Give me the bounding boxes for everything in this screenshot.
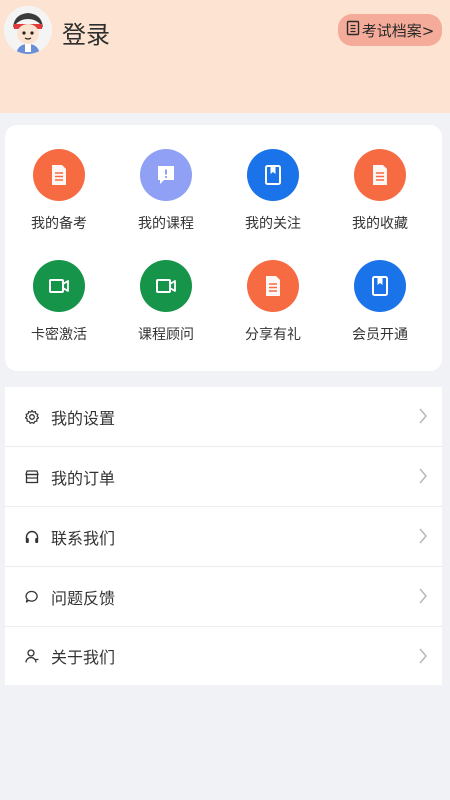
grid-item-label: 我的关注	[245, 216, 301, 232]
grid-item-label: 我的课程	[138, 216, 194, 232]
grid-item-label: 我的备考	[31, 216, 87, 232]
grid-item-favorites[interactable]: 我的收藏	[330, 149, 430, 249]
grid-item-prep[interactable]: 我的备考	[9, 149, 109, 249]
grid-item-label: 会员开通	[352, 327, 408, 343]
menu-item-orders[interactable]: 我的订单	[5, 447, 442, 507]
bookmark-book-icon	[247, 149, 299, 201]
document-icon	[354, 149, 406, 201]
store-icon	[22, 467, 42, 487]
video-icon	[33, 260, 85, 312]
menu-item-label: 关于我们	[51, 648, 116, 667]
menu-item-label: 联系我们	[51, 528, 116, 548]
menu-item-settings[interactable]: 我的设置	[5, 387, 442, 447]
profile-header: 登录 考试档案>	[0, 0, 450, 113]
message-icon	[140, 149, 192, 201]
chevron-right-icon	[418, 467, 428, 489]
chevron-right-icon	[418, 587, 428, 609]
user-icon	[22, 646, 42, 666]
grid-item-label: 卡密激活	[31, 327, 87, 343]
chevron-right-icon	[418, 527, 428, 549]
avatar[interactable]	[4, 6, 52, 54]
gear-icon	[22, 407, 42, 427]
grid-item-follow[interactable]: 我的关注	[223, 149, 323, 249]
menu-item-label: 我的设置	[51, 408, 116, 428]
grid-item-activate-card[interactable]: 卡密激活	[9, 260, 109, 360]
grid-item-label: 我的收藏	[352, 216, 408, 232]
chevron-right-icon	[418, 407, 428, 429]
menu-item-feedback[interactable]: 问题反馈	[5, 567, 442, 627]
settings-menu: 我的设置 我的订单 联系我们 问题反馈 关于我们	[5, 387, 442, 685]
document-icon	[33, 149, 85, 201]
grid-item-course-advisor[interactable]: 课程顾问	[116, 260, 216, 360]
bookmark-book-icon	[354, 260, 406, 312]
grid-item-label: 分享有礼	[245, 327, 301, 343]
grid-item-share[interactable]: 分享有礼	[223, 260, 323, 360]
login-link[interactable]: 登录	[62, 18, 110, 52]
document-icon	[247, 260, 299, 312]
grid-item-membership[interactable]: 会员开通	[330, 260, 430, 360]
chat-bubble-icon	[22, 587, 42, 607]
grid-item-label: 课程顾问	[138, 327, 194, 343]
menu-item-contact[interactable]: 联系我们	[5, 507, 442, 567]
menu-item-about[interactable]: 关于我们	[5, 627, 442, 685]
feature-grid: 我的备考 我的课程 我的关注 我的收藏 卡密激活 课程顾问 分享有礼 会员开通	[5, 125, 442, 371]
exam-archive-label: 考试档案>	[361, 21, 435, 40]
exam-archive-button[interactable]: 考试档案>	[338, 14, 442, 46]
document-icon	[346, 20, 360, 40]
menu-item-label: 问题反馈	[51, 588, 116, 608]
menu-item-label: 我的订单	[51, 468, 116, 488]
grid-item-courses[interactable]: 我的课程	[116, 149, 216, 249]
video-icon	[140, 260, 192, 312]
chevron-right-icon	[418, 647, 428, 669]
avatar-image	[4, 6, 52, 54]
headphones-icon	[22, 527, 42, 547]
